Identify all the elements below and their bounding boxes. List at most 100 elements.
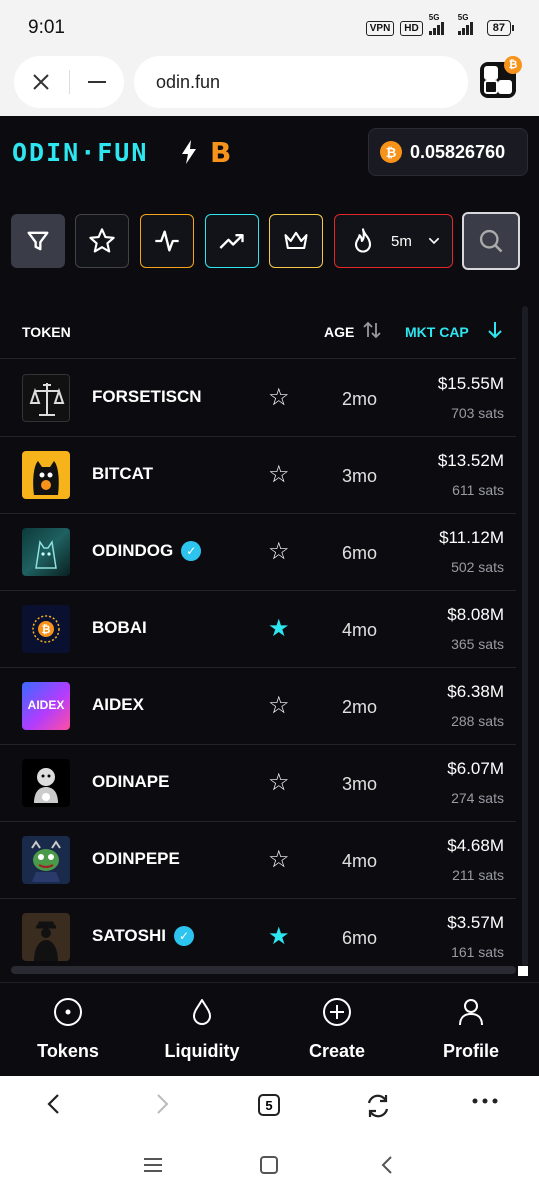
- token-avatar-bobai: ₿: [22, 605, 70, 653]
- filter-button[interactable]: [11, 214, 65, 268]
- token-avatar-bitcat: [22, 451, 70, 499]
- favorites-filter-button[interactable]: [75, 214, 129, 268]
- nav-tokens[interactable]: Tokens: [8, 983, 128, 1076]
- forward-button[interactable]: [152, 1092, 172, 1123]
- bitcoin-badge-icon: ₿: [504, 56, 522, 74]
- token-avatar-odinape: [22, 759, 70, 807]
- recents-button[interactable]: [142, 1154, 164, 1183]
- age-column-header[interactable]: AGE: [324, 324, 354, 340]
- favorite-star-filled-icon[interactable]: ★: [268, 925, 290, 949]
- token-avatar-satoshi: [22, 913, 70, 961]
- favorite-star-icon[interactable]: ☆: [268, 771, 290, 795]
- hd-icon: HD: [400, 20, 423, 36]
- token-mktcap: $6.07M: [447, 759, 504, 778]
- nav-profile-label: Profile: [442, 1041, 499, 1061]
- extension-button[interactable]: ₿: [480, 56, 522, 98]
- token-mktcap: $15.55M: [437, 374, 504, 393]
- back-button[interactable]: [44, 1092, 64, 1123]
- token-column-header: TOKEN: [22, 324, 71, 340]
- activity-filter-button[interactable]: [140, 214, 194, 268]
- table-row[interactable]: ODINAPE ☆ 3mo $6.07M 274 sats: [0, 745, 516, 822]
- nav-create[interactable]: Create: [277, 983, 397, 1076]
- token-table: TOKEN AGE MKT CAP FORSETISCN ☆ 2mo $15.5…: [0, 306, 539, 976]
- table-row[interactable]: FORSETISCN ☆ 2mo $15.55M 703 sats: [0, 360, 516, 437]
- token-name: ODINPEPE: [92, 849, 180, 868]
- status-icons: VPN HD 5G 5G 87: [365, 13, 515, 36]
- table-row[interactable]: ₿ BOBAI ★ 4mo $8.08M 365 sats: [0, 591, 516, 668]
- bitcoin-icon: ₿: [380, 141, 402, 163]
- droplet-icon: [193, 999, 211, 1025]
- favorite-star-icon[interactable]: ☆: [268, 694, 290, 718]
- filter-icon: [27, 231, 49, 251]
- minimize-tab-button[interactable]: [69, 56, 124, 108]
- token-name: AIDEX: [92, 695, 144, 714]
- table-header: TOKEN AGE MKT CAP: [0, 306, 516, 359]
- token-avatar-odinpepe: [22, 836, 70, 884]
- btc-balance[interactable]: ₿ 0.05826760: [368, 128, 528, 176]
- nav-liquidity[interactable]: Liquidity: [142, 983, 262, 1076]
- sort-toggle-icon[interactable]: [362, 320, 382, 345]
- crown-icon: [284, 231, 308, 250]
- token-age: 4mo: [342, 620, 378, 640]
- table-row[interactable]: ODINPEPE ☆ 4mo $4.68M 211 sats: [0, 822, 516, 899]
- table-row[interactable]: BITCAT ☆ 3mo $13.52M 611 sats: [0, 437, 516, 514]
- trending-filter-button[interactable]: [205, 214, 259, 268]
- verified-badge-icon: ✓: [174, 926, 194, 946]
- table-row[interactable]: SATOSHI ✓ ★ 6mo $3.57M 161 sats: [0, 899, 516, 976]
- favorite-star-icon[interactable]: ☆: [268, 540, 290, 564]
- odin-app: ODIN·FUN B ₿ 0.05826760 5m TOKEN AGE MKT…: [0, 116, 539, 1076]
- token-age: 6mo: [342, 928, 378, 948]
- table-row[interactable]: AIDEX AIDEX ☆ 2mo $6.38M 288 sats: [0, 668, 516, 745]
- nav-profile[interactable]: Profile: [411, 983, 531, 1076]
- refresh-button[interactable]: [364, 1092, 392, 1127]
- bottom-nav: Tokens Liquidity Create Profile: [0, 982, 539, 1076]
- logo[interactable]: ODIN·FUN: [12, 138, 148, 167]
- token-price-sats: 288 sats: [451, 713, 504, 729]
- more-icon: [472, 1098, 498, 1104]
- token-avatar-forsetiscn: [22, 374, 70, 422]
- favorite-star-filled-icon[interactable]: ★: [268, 617, 290, 641]
- nav-create-label: Create: [308, 1041, 366, 1061]
- hot-timeframe-select[interactable]: 5m: [334, 214, 453, 268]
- table-row[interactable]: ODINDOG ✓ ☆ 6mo $11.12M 502 sats: [0, 514, 516, 591]
- token-age: 2mo: [342, 389, 378, 409]
- close-tab-button[interactable]: [14, 56, 69, 108]
- token-age: 6mo: [342, 543, 378, 563]
- system-back-button[interactable]: [376, 1154, 398, 1183]
- vpn-icon: VPN: [365, 20, 395, 36]
- token-mktcap: $3.57M: [447, 913, 504, 932]
- horizontal-scrollbar[interactable]: [11, 966, 516, 974]
- url-bar[interactable]: odin.fun: [134, 56, 468, 108]
- fire-icon: [354, 228, 372, 253]
- menu-button[interactable]: [470, 1086, 500, 1123]
- favorite-star-icon[interactable]: ☆: [268, 848, 290, 872]
- token-rows: FORSETISCN ☆ 2mo $15.55M 703 sats BITCAT…: [0, 360, 516, 976]
- tabs-button[interactable]: 5: [258, 1094, 280, 1116]
- filter-bar: 5m: [0, 212, 539, 270]
- browser-toolbar: 5: [0, 1076, 539, 1140]
- verified-badge-icon: ✓: [181, 541, 202, 561]
- browser-bar: odin.fun ₿: [0, 56, 539, 116]
- token-name: ODINAPE: [92, 772, 170, 791]
- sort-descending-icon[interactable]: [487, 320, 503, 345]
- tab-controls: [14, 56, 124, 108]
- token-price-sats: 365 sats: [451, 636, 504, 652]
- signal-icon: 5G: [428, 13, 444, 35]
- token-avatar-odindog: [22, 528, 70, 576]
- home-icon: [260, 1156, 278, 1174]
- status-time: 9:01: [28, 17, 65, 38]
- token-avatar-aidex: AIDEX: [22, 682, 70, 730]
- mktcap-column-header[interactable]: MKT CAP: [405, 324, 469, 340]
- vertical-scrollbar[interactable]: [522, 306, 528, 966]
- home-button[interactable]: [258, 1154, 280, 1183]
- favorite-star-icon[interactable]: ☆: [268, 386, 290, 410]
- app-header: ODIN·FUN B ₿ 0.05826760: [0, 116, 539, 188]
- token-name: BOBAI: [92, 618, 147, 637]
- top-filter-button[interactable]: [269, 214, 323, 268]
- favorite-star-icon[interactable]: ☆: [268, 463, 290, 487]
- minimize-icon: [87, 81, 106, 83]
- plus-circle-icon: [323, 998, 351, 1026]
- close-icon: [33, 74, 49, 90]
- star-icon: [89, 228, 115, 253]
- search-button[interactable]: [462, 212, 520, 270]
